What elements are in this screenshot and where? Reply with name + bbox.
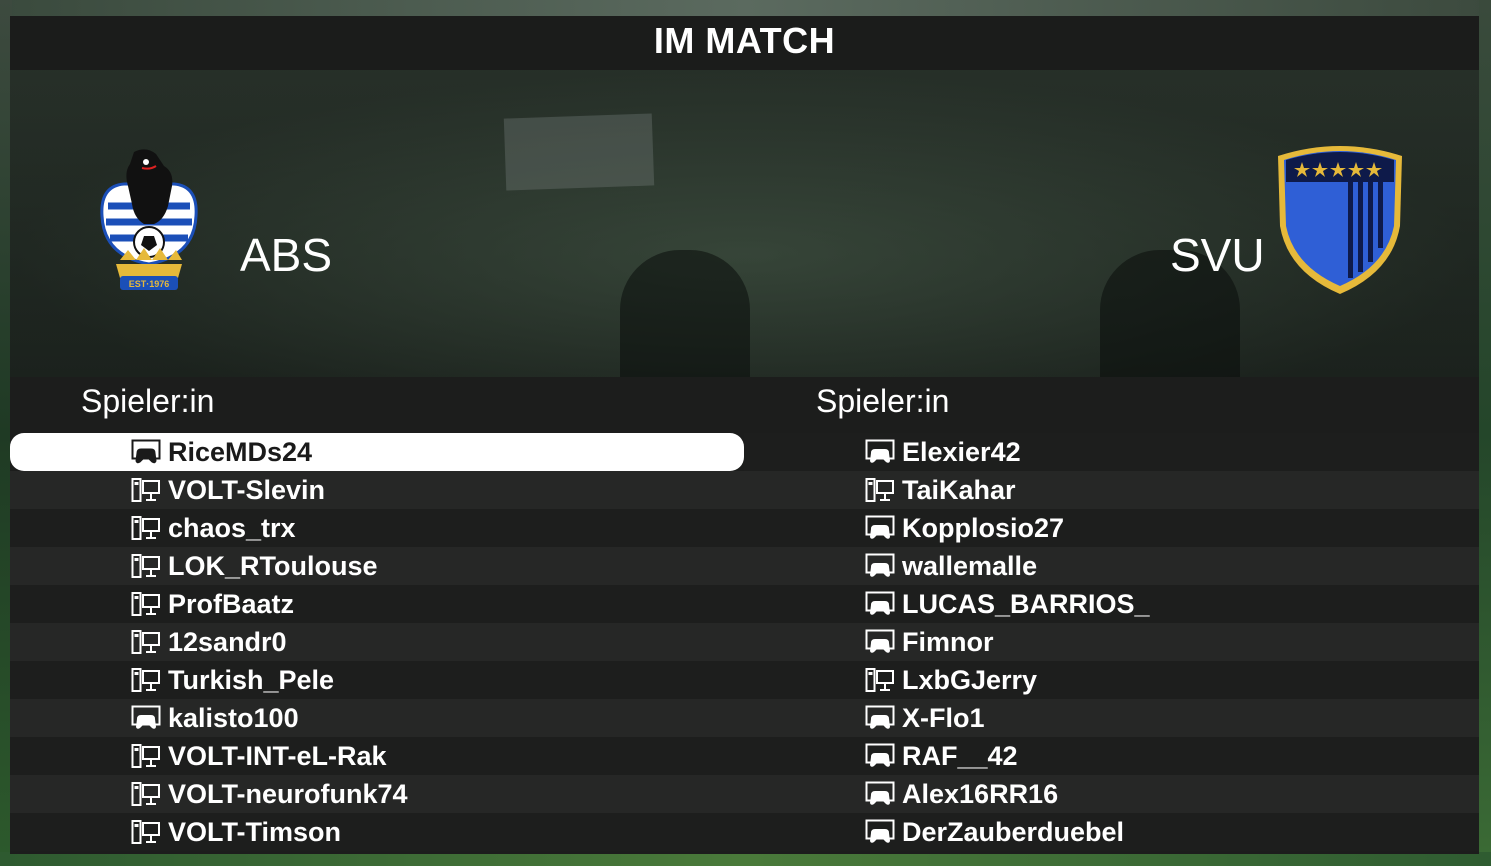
away-player-row[interactable]: Elexier42 [744, 433, 1479, 471]
away-player-row[interactable]: Kopplosio27 [744, 509, 1479, 547]
player-name: Turkish_Pele [168, 665, 335, 695]
player-name: TaiKahar [902, 475, 1016, 505]
player-name: LUCAS_BARRIOS_ [902, 589, 1150, 619]
page-title: IM MATCH [653, 20, 836, 61]
rosters-section: Spieler:in RiceMDs24 VOLT-Slevin chaos_trx… [10, 377, 1479, 854]
pc-platform-icon [131, 515, 161, 541]
stadium-background-top [0, 0, 1491, 16]
console-platform-icon [131, 439, 161, 465]
console-platform-icon [865, 819, 895, 845]
player-name: Alex16RR16 [902, 779, 1059, 809]
pc-platform-icon [131, 477, 161, 503]
player-name: wallemalle [902, 551, 1038, 581]
pc-platform-icon [131, 629, 161, 655]
away-team-name: SVU [1170, 229, 1265, 281]
console-platform-icon [865, 629, 895, 655]
home-player-row[interactable]: ProfBaatz [10, 585, 744, 623]
home-roster-header: Spieler:in [81, 383, 215, 419]
player-name: LxbGJerry [902, 665, 1038, 695]
player-name: chaos_trx [168, 513, 296, 543]
away-team-logo [1272, 142, 1408, 296]
away-player-row[interactable]: RAF__42 [744, 737, 1479, 775]
away-player-row[interactable]: TaiKahar [744, 471, 1479, 509]
player-name: Elexier42 [902, 437, 1021, 467]
title-bar: IM MATCH [10, 16, 1479, 70]
bear-crest-logo-icon: EST·1976 [100, 149, 198, 290]
pc-platform-icon [131, 743, 161, 769]
home-team-logo: EST·1976 [94, 146, 204, 292]
player-name: RiceMDs24 [168, 437, 313, 467]
home-player-row[interactable]: LOK_RToulouse [10, 547, 744, 585]
home-player-row[interactable]: 12sandr0 [10, 623, 744, 661]
stadium-background-right [1479, 0, 1491, 866]
svg-text:EST·1976: EST·1976 [129, 279, 170, 289]
away-player-row[interactable]: LxbGJerry [744, 661, 1479, 699]
home-player-row[interactable]: chaos_trx [10, 509, 744, 547]
player-name: LOK_RToulouse [168, 551, 378, 581]
away-player-row[interactable]: Alex16RR16 [744, 775, 1479, 813]
home-player-row[interactable]: VOLT-INT-eL-Rak [10, 737, 744, 775]
player-name: VOLT-Timson [168, 817, 342, 847]
player-name: VOLT-neurofunk74 [168, 779, 408, 809]
player-name: 12sandr0 [168, 627, 287, 657]
pc-platform-icon [865, 477, 895, 503]
home-player-row[interactable]: RiceMDs24 [10, 433, 744, 471]
home-player-list: RiceMDs24 VOLT-Slevin chaos_trx LOK_RToulou… [10, 433, 744, 851]
away-player-row[interactable]: DerZauberduebel [744, 813, 1479, 851]
match-overview-panel: IM MATCH EST·1976 ABS SVU Spieler:in Ric… [10, 16, 1479, 854]
pc-platform-icon [131, 781, 161, 807]
away-player-row[interactable]: X-Flo1 [744, 699, 1479, 737]
player-name: VOLT-INT-eL-Rak [168, 741, 387, 771]
pc-platform-icon [131, 667, 161, 693]
home-roster: Spieler:in RiceMDs24 VOLT-Slevin chaos_trx… [10, 377, 744, 854]
home-player-row[interactable]: Turkish_Pele [10, 661, 744, 699]
away-roster: Spieler:in Elexier42 TaiKahar Kopplosio27 w… [744, 377, 1479, 854]
away-player-row[interactable]: Fimnor [744, 623, 1479, 661]
pc-platform-icon [865, 667, 895, 693]
home-player-row[interactable]: VOLT-neurofunk74 [10, 775, 744, 813]
console-platform-icon [865, 743, 895, 769]
pitch-background-bottom [0, 852, 1491, 866]
away-player-list: Elexier42 TaiKahar Kopplosio27 wallemalle LU… [744, 433, 1479, 851]
console-platform-icon [865, 781, 895, 807]
player-portrait-left [620, 250, 750, 377]
player-name: X-Flo1 [902, 703, 985, 733]
team-matchup-hero: EST·1976 ABS SVU [10, 70, 1479, 377]
console-platform-icon [865, 439, 895, 465]
pc-platform-icon [131, 553, 161, 579]
away-roster-header: Spieler:in [816, 383, 950, 419]
player-name: RAF__42 [902, 741, 1018, 771]
home-team-name: ABS [240, 229, 333, 281]
player-name: kalisto100 [168, 703, 299, 733]
player-name: Kopplosio27 [902, 513, 1065, 543]
pc-platform-icon [131, 819, 161, 845]
player-name: VOLT-Slevin [168, 475, 326, 505]
player-name: Fimnor [902, 627, 994, 657]
player-name: ProfBaatz [168, 589, 295, 619]
console-platform-icon [865, 515, 895, 541]
console-platform-icon [865, 705, 895, 731]
pc-platform-icon [131, 591, 161, 617]
console-platform-icon [865, 591, 895, 617]
home-player-row[interactable]: VOLT-Timson [10, 813, 744, 851]
away-player-row[interactable]: LUCAS_BARRIOS_ [744, 585, 1479, 623]
home-player-row[interactable]: VOLT-Slevin [10, 471, 744, 509]
player-name: DerZauberduebel [902, 817, 1125, 847]
crowd-flag-decoration [503, 113, 655, 191]
console-platform-icon [131, 705, 161, 731]
blue-shield-logo-icon [1278, 146, 1402, 294]
home-player-row[interactable]: kalisto100 [10, 699, 744, 737]
console-platform-icon [865, 553, 895, 579]
away-player-row[interactable]: wallemalle [744, 547, 1479, 585]
